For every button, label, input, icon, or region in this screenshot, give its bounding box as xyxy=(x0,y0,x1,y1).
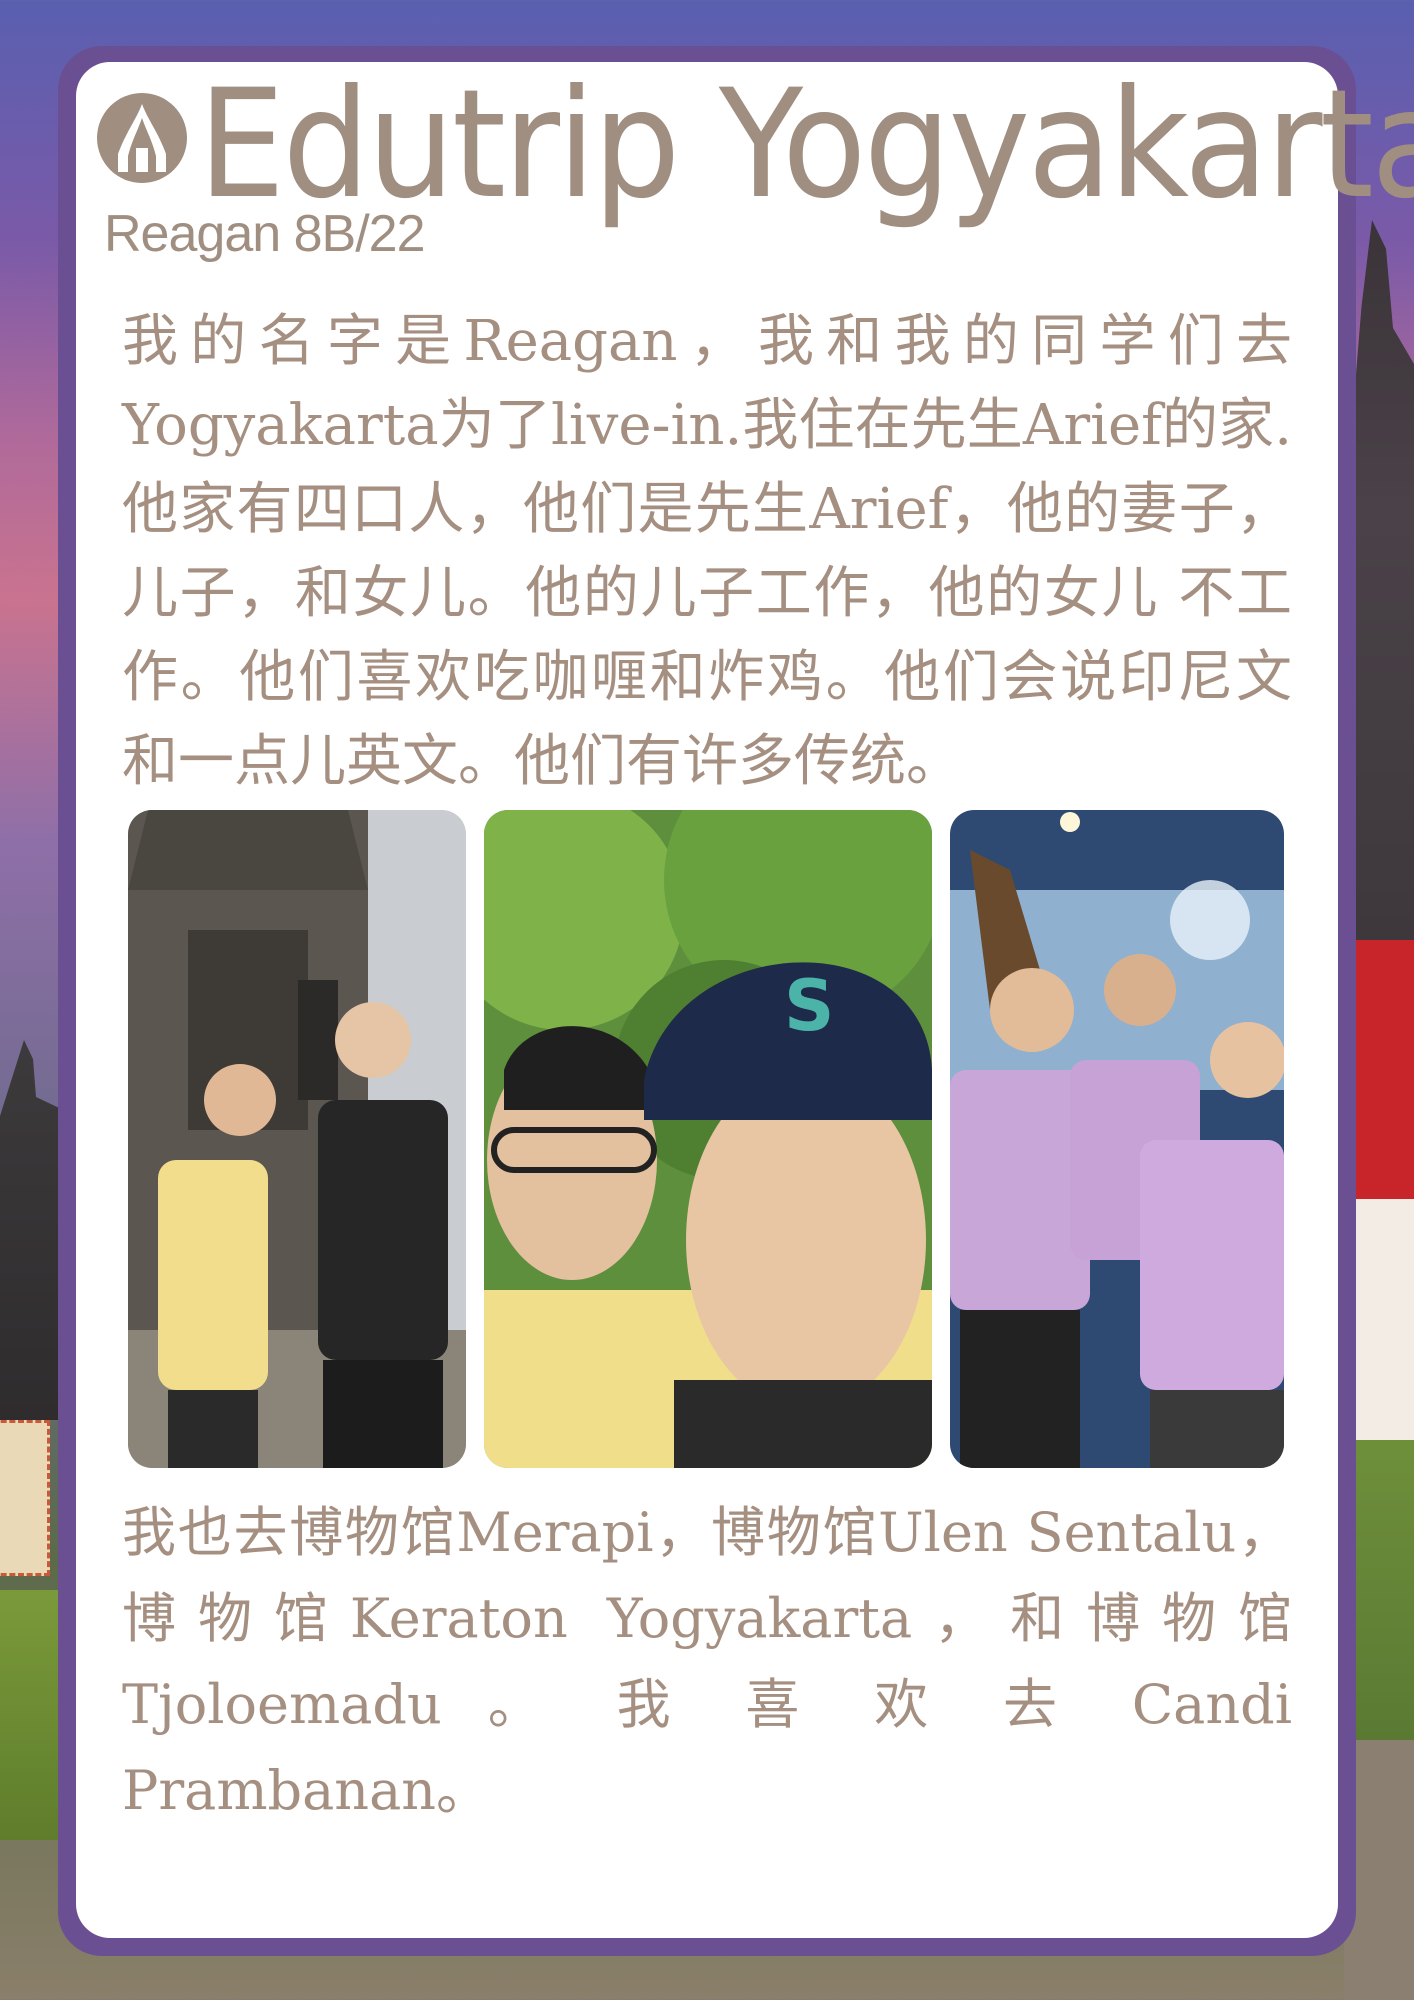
photo-museum-group xyxy=(950,810,1284,1468)
author-subtitle: Reagan 8B/22 xyxy=(104,205,425,263)
background-grass-left xyxy=(0,1590,60,1840)
photo-selfie-forest: S xyxy=(484,810,932,1468)
photo-temple-with-host xyxy=(128,810,466,1468)
background-temple-left xyxy=(0,1040,60,1420)
svg-text:S: S xyxy=(784,965,834,1047)
intro-paragraph: 我的名字是Reagan，我和我的同学们去Yogyakarta为了live-in.… xyxy=(122,309,1292,794)
temple-dome-icon xyxy=(96,92,188,184)
background-stamp-left xyxy=(0,1420,50,1576)
museums-paragraph: 我也去博物馆Merapi，博物馆Ulen Sentalu，博物馆Keraton … xyxy=(122,1501,1292,1822)
